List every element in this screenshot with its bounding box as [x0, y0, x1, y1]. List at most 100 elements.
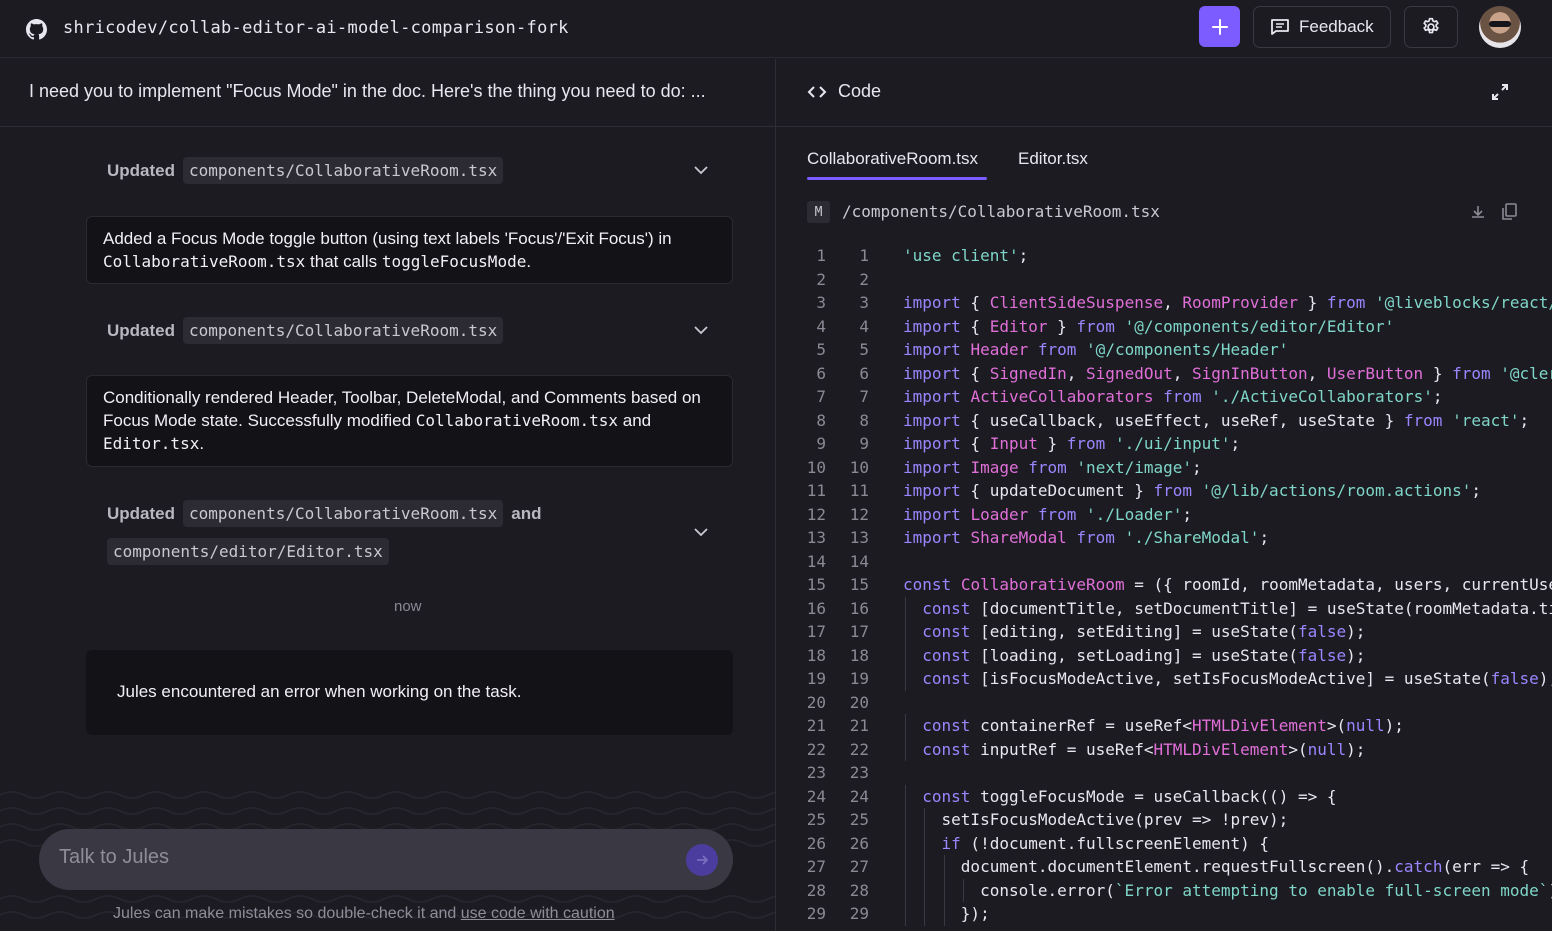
old-line-number: 1 — [816, 246, 826, 265]
new-line-number: 8 — [859, 410, 869, 430]
code-line: 28 28 console.error(`Error attempting to … — [776, 878, 1552, 902]
old-line-number: 11 — [806, 481, 826, 500]
feedback-icon — [1271, 19, 1289, 35]
use-code-with-caution-link[interactable]: use code with caution — [461, 905, 615, 922]
download-icon[interactable] — [1470, 204, 1486, 220]
code-text: const [loading, setLoading] = useState(f… — [922, 645, 1366, 665]
code-line: 11 11 import { updateDocument } from '@/li… — [776, 479, 1552, 503]
inline-code: CollaborativeRoom.tsx — [103, 252, 306, 271]
github-icon[interactable] — [26, 19, 47, 40]
old-line-number: 3 — [816, 293, 826, 312]
new-line-number: 23 — [849, 763, 869, 782]
new-line-number: 10 — [849, 457, 869, 477]
repo-name[interactable]: shricodev/collab-editor-ai-model-compari… — [63, 18, 569, 38]
user-avatar[interactable] — [1479, 6, 1521, 48]
activity-item[interactable]: Updated components/CollaborativeRoom.tsx… — [107, 500, 541, 527]
new-line-number: 25 — [849, 810, 869, 829]
arrow-right-icon — [697, 855, 709, 865]
code-line: 27 27 document.documentElement.requestFul… — [776, 855, 1552, 879]
file-chip: components/CollaborativeRoom.tsx — [183, 500, 504, 527]
modified-badge: M — [807, 201, 830, 223]
code-text: const CollaborativeRoom = ({ roomId, roo… — [903, 575, 1552, 594]
code-text: import Image from 'next/image'; — [903, 457, 1202, 477]
chevron-down-icon[interactable] — [693, 162, 709, 178]
old-line-number: 20 — [806, 692, 826, 712]
old-line-number: 13 — [806, 528, 826, 547]
new-line-number: 18 — [849, 645, 869, 665]
new-line-number: 21 — [849, 716, 869, 735]
send-button[interactable] — [686, 844, 718, 876]
new-line-number: 2 — [859, 269, 869, 289]
old-line-number: 22 — [806, 739, 826, 759]
chevron-down-icon[interactable] — [693, 322, 709, 338]
chat-input[interactable] — [59, 846, 659, 869]
file-chip: components/editor/Editor.tsx — [107, 538, 389, 565]
code-line: 3 3 import { ClientSideSuspense, RoomProvi… — [776, 291, 1552, 315]
code-text: import ShareModal from './ShareModal'; — [903, 528, 1270, 547]
old-line-number: 17 — [806, 622, 826, 641]
timestamp: now — [394, 598, 422, 615]
settings-button[interactable] — [1404, 6, 1458, 48]
chevron-down-icon[interactable] — [693, 524, 709, 540]
code-line: 19 19 const [isFocusModeActive, setIsFocu… — [776, 667, 1552, 691]
code-line: 22 — [776, 268, 1552, 292]
feedback-label: Feedback — [1299, 17, 1374, 36]
feedback-button[interactable]: Feedback — [1253, 6, 1391, 48]
code-text: const inputRef = useRef<HTMLDivElement>(… — [922, 739, 1366, 759]
code-line: 25 25 setIsFocusModeActive(prev => !prev)… — [776, 808, 1552, 832]
code-line: 18 18 const [loading, setLoading] = useSt… — [776, 643, 1552, 667]
message-text: . — [526, 252, 532, 271]
code-line: 9 9 import { Input } from './ui/input'; — [776, 432, 1552, 456]
code-text: import { Input } from './ui/input'; — [903, 434, 1241, 453]
code-text: document.documentElement.requestFullscre… — [903, 857, 1530, 876]
code-text: setIsFocusModeActive(prev => !prev); — [903, 810, 1289, 829]
copy-icon[interactable] — [1501, 203, 1517, 221]
composer — [39, 829, 733, 890]
code-line: 16 16 const [documentTitle, setDocumentTi… — [776, 596, 1552, 620]
tab-editor[interactable]: Editor.tsx — [1018, 149, 1088, 169]
new-line-number: 28 — [849, 880, 869, 900]
code-text: console.error(`Error attempting to enabl… — [903, 880, 1552, 900]
code-icon — [807, 86, 827, 98]
activity-label: Updated — [107, 160, 175, 180]
activity-item[interactable]: Updated components/CollaborativeRoom.tsx — [107, 317, 504, 344]
avatar-glasses — [1489, 21, 1511, 27]
gear-icon — [1423, 17, 1439, 34]
top-bar: shricodev/collab-editor-ai-model-compari… — [0, 0, 1552, 58]
old-line-number: 10 — [806, 457, 826, 477]
code-text: import { updateDocument } from '@/lib/ac… — [903, 481, 1481, 500]
activity-item[interactable]: Updated components/CollaborativeRoom.tsx — [107, 157, 504, 184]
message-text: that calls — [305, 252, 382, 271]
new-line-number: 5 — [859, 340, 869, 359]
new-line-number: 14 — [849, 551, 869, 571]
code-line: 10 10 import Image from 'next/image'; — [776, 456, 1552, 480]
code-text: import Header from '@/components/Header' — [903, 340, 1289, 359]
old-line-number: 4 — [816, 316, 826, 336]
code-text: import { Editor } from '@/components/edi… — [903, 316, 1395, 336]
code-line: 22 22 const inputRef = useRef<HTMLDivElem… — [776, 737, 1552, 761]
code-line: 7 7 import ActiveCollaborators from './Act… — [776, 385, 1552, 409]
file-chip: components/CollaborativeRoom.tsx — [183, 317, 504, 344]
new-line-number: 1 — [859, 246, 869, 265]
code-text: const toggleFocusMode = useCallback(() =… — [922, 786, 1337, 806]
old-line-number: 7 — [816, 387, 826, 406]
new-line-number: 9 — [859, 434, 869, 453]
new-task-button[interactable] — [1199, 6, 1240, 47]
old-line-number: 8 — [816, 410, 826, 430]
code-panel-title: Code — [838, 81, 882, 101]
new-line-number: 13 — [849, 528, 869, 547]
old-line-number: 25 — [806, 810, 826, 829]
activity-item-continued: components/editor/Editor.tsx — [107, 538, 389, 565]
old-line-number: 9 — [816, 434, 826, 453]
code-text: import ActiveCollaborators from './Activ… — [903, 387, 1443, 406]
new-line-number: 15 — [849, 575, 869, 594]
new-line-number: 27 — [849, 857, 869, 876]
code-line: 5 5 import Header from '@/components/Heade… — [776, 338, 1552, 362]
disclaimer: Jules can make mistakes so double-check … — [113, 905, 615, 923]
tab-collaborativeroom[interactable]: CollaborativeRoom.tsx — [807, 149, 978, 169]
disclaimer-text: Jules can make mistakes so double-check … — [113, 905, 461, 922]
old-line-number: 28 — [806, 880, 826, 900]
code-text: const containerRef = useRef<HTMLDivEleme… — [922, 716, 1404, 735]
activity-joiner: and — [511, 503, 542, 523]
expand-icon[interactable] — [1490, 82, 1510, 102]
